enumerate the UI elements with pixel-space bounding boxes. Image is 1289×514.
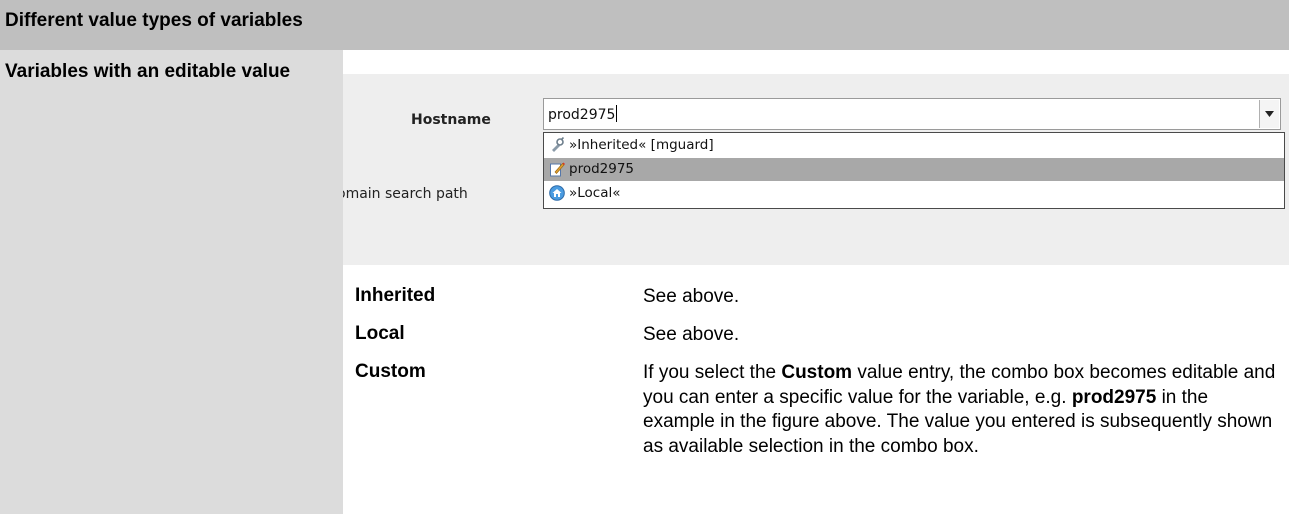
desc-emphasis: Custom: [781, 362, 853, 383]
combo-input[interactable]: prod2975: [548, 105, 618, 123]
row-term: Inherited: [355, 285, 436, 306]
row-term: Local: [355, 323, 405, 344]
domain-search-path-label: omain search path: [343, 186, 468, 202]
desc-emphasis: prod2975: [1071, 386, 1157, 408]
chevron-down-icon: [1265, 111, 1274, 117]
row-term: Custom: [355, 361, 426, 382]
section-title: Different value types of variables: [5, 10, 303, 31]
edit-icon: [549, 161, 565, 177]
left-column: Variables with an editable value: [0, 50, 343, 514]
dropdown-list: »Inherited« [mguard] prod2975 »Local«: [543, 132, 1285, 209]
hostname-combo-box[interactable]: prod2975: [543, 98, 1281, 130]
text-caret: [616, 105, 618, 122]
desc-text: If you select the: [643, 362, 782, 383]
hostname-label: Hostname: [411, 112, 491, 128]
inherited-icon: [549, 136, 565, 153]
option-label: »Inherited« [mguard]: [569, 137, 714, 153]
option-label: »Local«: [569, 185, 621, 201]
row-description: If you select the Custom value entry, th…: [643, 361, 1283, 459]
section-header: Different value types of variables: [0, 0, 1289, 50]
combo-value: prod2975: [548, 107, 616, 123]
dropdown-button[interactable]: [1259, 100, 1279, 128]
option-local[interactable]: »Local«: [544, 182, 1284, 205]
local-home-icon: [549, 185, 565, 201]
row-description: See above.: [643, 324, 740, 345]
row-category-label: Variables with an editable value: [5, 61, 291, 82]
row-description: See above.: [643, 286, 740, 307]
ui-screenshot: Hostname omain search path prod2975 »Inh…: [343, 74, 1289, 265]
option-label: prod2975: [569, 161, 635, 177]
option-inherited[interactable]: »Inherited« [mguard]: [544, 134, 1284, 157]
option-custom-value[interactable]: prod2975: [544, 158, 1284, 181]
